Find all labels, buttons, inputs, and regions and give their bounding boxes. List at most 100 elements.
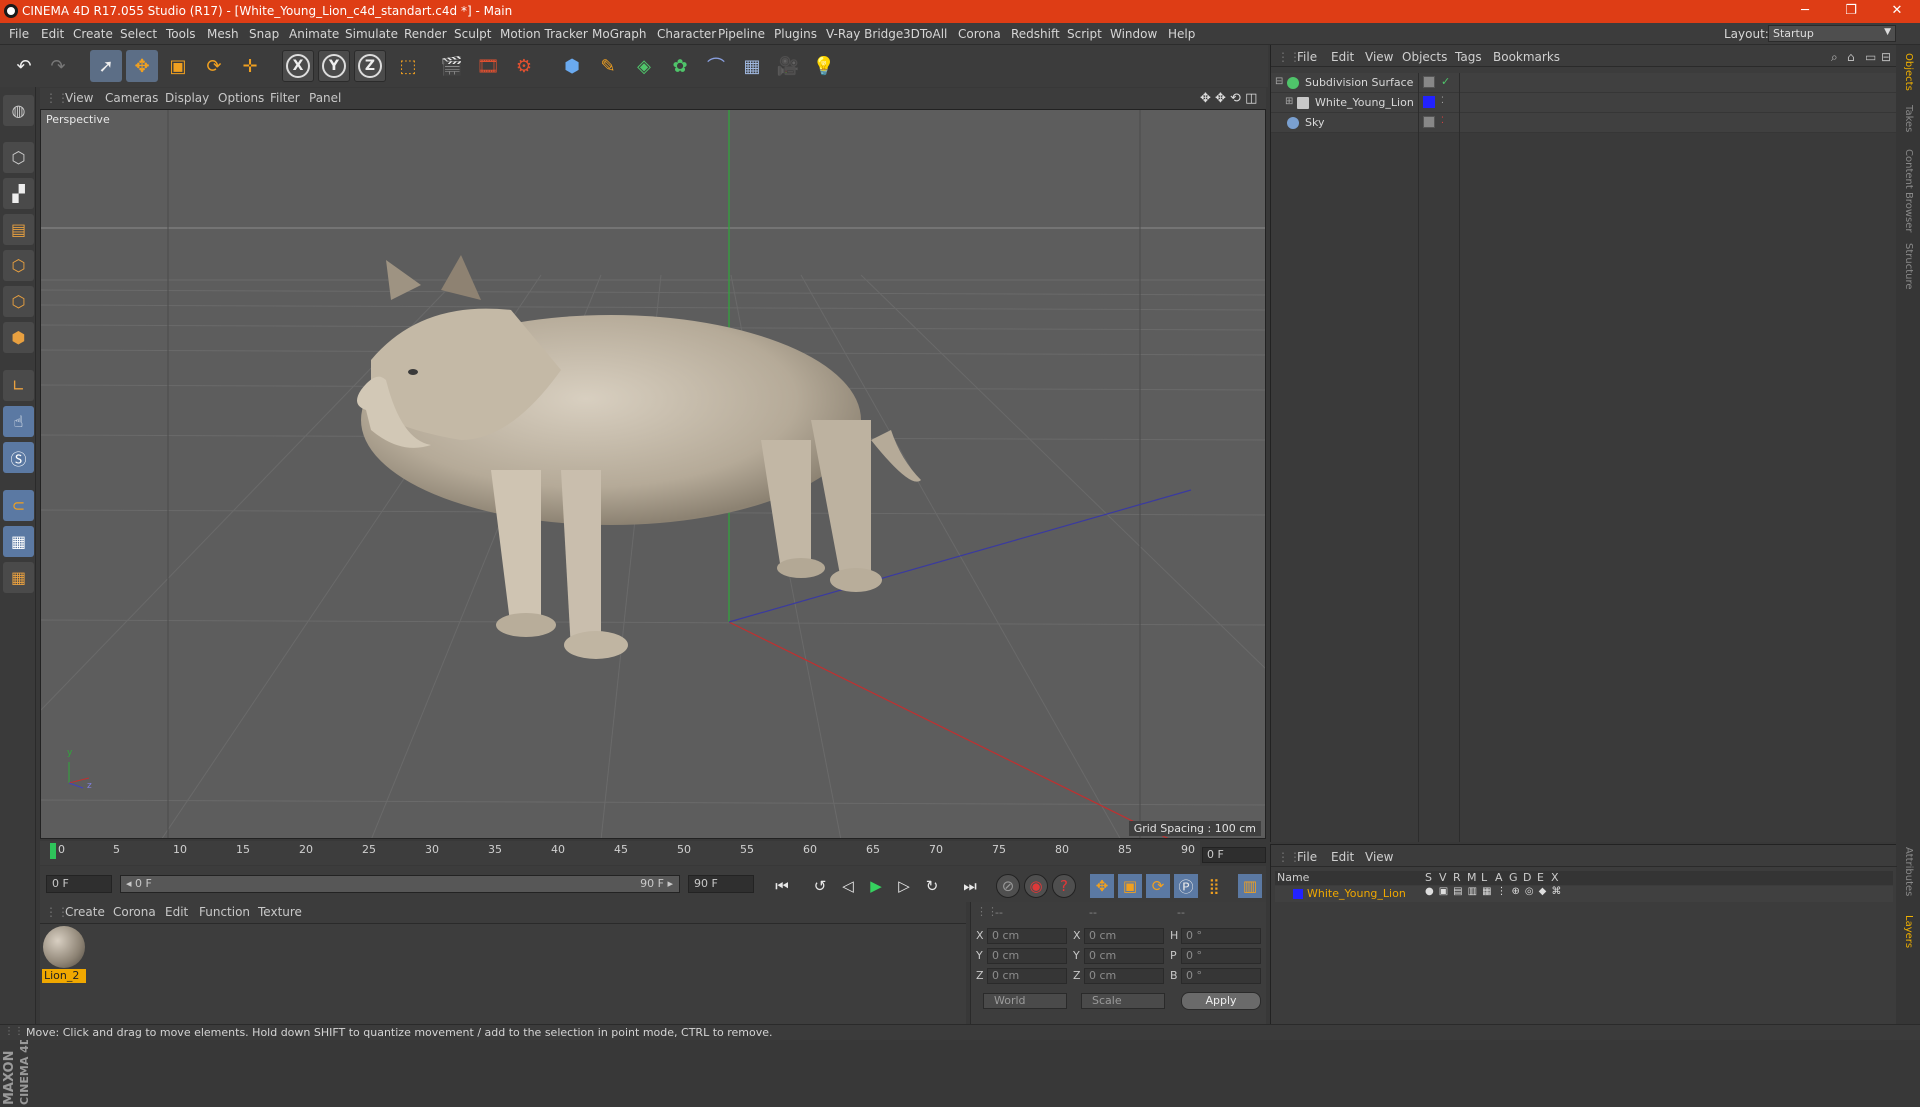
previous-frame-icon[interactable]: ◁ (836, 874, 860, 898)
coordinate-mode-dropdown[interactable]: World (983, 993, 1067, 1009)
cloner-icon[interactable]: ✿ (664, 50, 696, 82)
frame-range-slider[interactable]: ◂ 0 F 90 F ▸ (120, 875, 680, 893)
menu-vray-bridge[interactable]: V-Ray Bridge (826, 27, 903, 41)
menu-simulate[interactable]: Simulate (345, 27, 398, 41)
layer-flag-icons[interactable]: ●▣▤▥▦⋮⊕◎◆⌘ (1425, 886, 1566, 897)
play-forward-icon[interactable]: ▶ (864, 874, 888, 898)
layer-color-swatch[interactable] (1423, 96, 1435, 108)
apply-button[interactable]: Apply (1181, 992, 1261, 1010)
live-selection-icon[interactable]: ➚ (90, 50, 122, 82)
z-axis-lock-icon[interactable]: Z (354, 50, 386, 82)
move-tool-icon[interactable]: ✥ (126, 50, 158, 82)
cube-primitive-icon[interactable]: ⬢ (556, 50, 588, 82)
menu-mograph[interactable]: MoGraph (592, 27, 647, 41)
layer-row[interactable]: White_Young_Lion ●▣▤▥▦⋮⊕◎◆⌘ (1275, 886, 1893, 902)
pos-x-field[interactable]: 0 cm (987, 928, 1067, 944)
viewport-menu-cameras[interactable]: Cameras (105, 91, 158, 105)
polygons-mode-icon[interactable]: ⬢ (3, 322, 34, 353)
menu-snap[interactable]: Snap (249, 27, 279, 41)
viewport-menu-display[interactable]: Display (165, 91, 209, 105)
lm-menu-view[interactable]: View (1365, 850, 1393, 864)
material-menu-create[interactable]: Create (65, 905, 105, 919)
minimize-button[interactable]: ─ (1782, 0, 1828, 23)
om-menu-file[interactable]: File (1297, 50, 1317, 64)
transform-tool-icon[interactable]: ✛ (234, 50, 266, 82)
menu-edit[interactable]: Edit (41, 27, 64, 41)
key-pla-icon[interactable]: ⣿ (1202, 874, 1226, 898)
tab-takes[interactable]: Takes (1903, 105, 1914, 132)
render-settings-icon[interactable]: ⚙ (508, 50, 540, 82)
material-menu-texture[interactable]: Texture (258, 905, 302, 919)
make-editable-icon[interactable]: ◍ (3, 95, 34, 126)
y-axis-lock-icon[interactable]: Y (318, 50, 350, 82)
go-to-start-icon[interactable]: ⏮ (770, 874, 794, 898)
new-window-icon[interactable]: ▭ (1865, 50, 1876, 64)
checkmark-icon[interactable]: ✓ (1441, 75, 1450, 88)
light-icon[interactable]: 💡 (808, 50, 840, 82)
visibility-dots-icon[interactable]: ⁚ (1441, 116, 1444, 126)
material-menu-edit[interactable]: Edit (165, 905, 188, 919)
timeline-ruler[interactable]: 0 5 10 15 20 25 30 35 40 45 50 55 60 65 … (40, 841, 1200, 865)
solo-mode-icon[interactable]: Ⓢ (3, 442, 34, 473)
menu-script[interactable]: Script (1067, 27, 1102, 41)
key-rotation-icon[interactable]: ⟳ (1146, 874, 1170, 898)
subdivision-surface-icon[interactable]: ◈ (628, 50, 660, 82)
menu-select[interactable]: Select (120, 27, 157, 41)
menu-3dtoall[interactable]: 3DToAll (903, 27, 947, 41)
x-axis-lock-icon[interactable]: X (282, 50, 314, 82)
viewport-menu-panel[interactable]: Panel (309, 91, 341, 105)
rot-b-field[interactable]: 0 ° (1181, 968, 1261, 984)
viewport-menu-view[interactable]: View (65, 91, 93, 105)
current-frame-field[interactable]: 0 F (1202, 847, 1266, 863)
panel-menu-icon[interactable]: ⊟ (1881, 50, 1891, 64)
pen-spline-icon[interactable]: ✎ (592, 50, 624, 82)
rot-p-field[interactable]: 0 ° (1181, 948, 1261, 964)
record-keys-disabled-icon[interactable]: ⊘ (996, 874, 1020, 898)
viewport-nav-icons[interactable]: ✥ ✥ ⟲ ◫ (1200, 91, 1257, 106)
menu-character[interactable]: Character (657, 27, 716, 41)
collapse-icon[interactable]: ⊟ (1275, 76, 1283, 87)
deformer-icon[interactable]: ⌒ (700, 50, 732, 82)
menu-tools[interactable]: Tools (166, 27, 196, 41)
size-mode-dropdown[interactable]: Scale (1081, 993, 1165, 1009)
key-scale-icon[interactable]: ▣ (1118, 874, 1142, 898)
previous-key-icon[interactable]: ↺ (808, 874, 832, 898)
menu-create[interactable]: Create (73, 27, 113, 41)
workplane-icon[interactable]: ▤ (3, 214, 34, 245)
model-mode-icon[interactable]: ⬡ (3, 142, 34, 173)
lm-menu-file[interactable]: File (1297, 850, 1317, 864)
pos-z-field[interactable]: 0 cm (987, 968, 1067, 984)
snapping-icon[interactable]: ⊂ (3, 490, 34, 521)
om-menu-view[interactable]: View (1365, 50, 1393, 64)
menu-animate[interactable]: Animate (289, 27, 339, 41)
viewport-menu-filter[interactable]: Filter (270, 91, 300, 105)
size-y-field[interactable]: 0 cm (1084, 948, 1164, 964)
material-preview-swatch[interactable] (43, 926, 85, 968)
camera-icon[interactable]: 🎥 (772, 50, 804, 82)
size-x-field[interactable]: 0 cm (1084, 928, 1164, 944)
menu-plugins[interactable]: Plugins (774, 27, 817, 41)
timeline-playhead[interactable] (50, 843, 56, 859)
points-mode-icon[interactable]: ⬡ (3, 250, 34, 281)
planar-workplane-icon[interactable]: ▦ (3, 562, 34, 593)
close-button[interactable]: ✕ (1874, 0, 1920, 23)
tab-layers[interactable]: Layers (1903, 915, 1914, 948)
visibility-toggle[interactable] (1423, 76, 1435, 88)
tab-attributes[interactable]: Attributes (1903, 847, 1914, 896)
menu-help[interactable]: Help (1168, 27, 1195, 41)
menu-redshift[interactable]: Redshift (1011, 27, 1060, 41)
rot-h-field[interactable]: 0 ° (1181, 928, 1261, 944)
tab-content-browser[interactable]: Content Browser (1903, 149, 1914, 232)
menu-mesh[interactable]: Mesh (207, 27, 239, 41)
end-frame-field[interactable]: 90 F (688, 875, 754, 893)
next-frame-icon[interactable]: ▷ (892, 874, 916, 898)
tweak-mode-icon[interactable]: ☝ (3, 406, 34, 437)
visibility-toggle[interactable] (1423, 116, 1435, 128)
visibility-dots-icon[interactable]: ⁚ (1441, 96, 1444, 106)
autokeying-icon[interactable]: ? (1052, 874, 1076, 898)
next-key-icon[interactable]: ↻ (920, 874, 944, 898)
menu-sculpt[interactable]: Sculpt (454, 27, 491, 41)
undo-icon[interactable]: ↶ (8, 50, 40, 82)
size-z-field[interactable]: 0 cm (1084, 968, 1164, 984)
pos-y-field[interactable]: 0 cm (987, 948, 1067, 964)
